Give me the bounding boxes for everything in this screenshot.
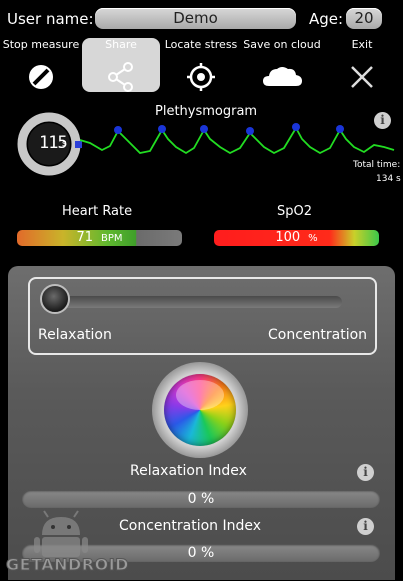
pulse-marker: [336, 125, 344, 133]
user-name-label: User name:: [7, 10, 94, 28]
target-icon: [162, 56, 240, 96]
relaxation-index-value: 0 %: [187, 491, 215, 507]
total-time-label: Total time:: [353, 160, 401, 170]
locate-stress-label: Locate stress: [164, 38, 238, 51]
plethysmogram-wave: [80, 126, 395, 155]
relaxation-index-bar: 0 %: [22, 490, 380, 508]
concentration-info-icon[interactable]: i: [357, 518, 374, 535]
user-name-field[interactable]: Demo: [95, 8, 296, 29]
slider-track[interactable]: [40, 296, 342, 308]
heart-rate-label: Heart Rate: [62, 204, 133, 219]
pulse-marker: [200, 125, 208, 133]
total-time-value: 134 s: [376, 174, 401, 184]
slider-left-label: Relaxation: [38, 327, 112, 343]
slider-knob[interactable]: [40, 284, 70, 314]
relaxation-info-icon[interactable]: i: [357, 464, 374, 481]
timer-dial: 115 s: [16, 111, 82, 177]
getandroid-watermark: GETANDROID: [4, 507, 129, 577]
timer-unit: s: [62, 139, 67, 149]
spo2-label: SpO2: [277, 204, 313, 219]
color-wheel[interactable]: [164, 374, 236, 446]
share-icon: [82, 56, 160, 96]
locate-stress-button[interactable]: Locate stress: [162, 38, 240, 96]
cloud-icon: [243, 56, 321, 96]
save-cloud-label: Save on cloud: [243, 38, 321, 51]
concentration-index-label: Concentration Index: [119, 518, 262, 534]
share-label: Share: [105, 38, 137, 51]
heart-rate-bar: 71 BPM: [17, 230, 182, 246]
watermark-text: GETANDROID: [6, 555, 129, 575]
plethysmogram-chart: [80, 123, 395, 155]
heart-rate-value: 71: [76, 230, 93, 245]
close-icon: [323, 56, 401, 96]
pulse-marker: [292, 123, 300, 131]
stop-icon: [2, 56, 80, 96]
exit-button[interactable]: Exit: [323, 38, 401, 96]
spo2-unit: %: [308, 233, 318, 244]
relaxation-index-label: Relaxation Index: [130, 463, 247, 479]
slider-right-label: Concentration: [268, 327, 368, 343]
save-cloud-button[interactable]: Save on cloud: [243, 38, 321, 96]
color-wheel-bezel: [152, 362, 248, 458]
age-field[interactable]: 20: [346, 8, 382, 29]
share-button[interactable]: Share: [82, 38, 160, 92]
pulse-marker: [158, 125, 166, 133]
spo2-bar: 100%: [214, 230, 379, 246]
stop-measure-label: Stop measure: [2, 38, 80, 51]
pulse-marker: [246, 127, 254, 135]
stop-measure-button[interactable]: Stop measure: [2, 38, 80, 96]
age-label: Age:: [309, 10, 344, 28]
heart-rate-unit: BPM: [101, 233, 123, 244]
color-wheel-gloss: [176, 380, 224, 410]
spo2-value: 100: [275, 230, 301, 245]
exit-label: Exit: [351, 38, 373, 51]
concentration-index-value: 0 %: [187, 545, 215, 561]
pulse-marker: [114, 126, 122, 134]
relax-concentration-slider-box: [28, 277, 377, 355]
